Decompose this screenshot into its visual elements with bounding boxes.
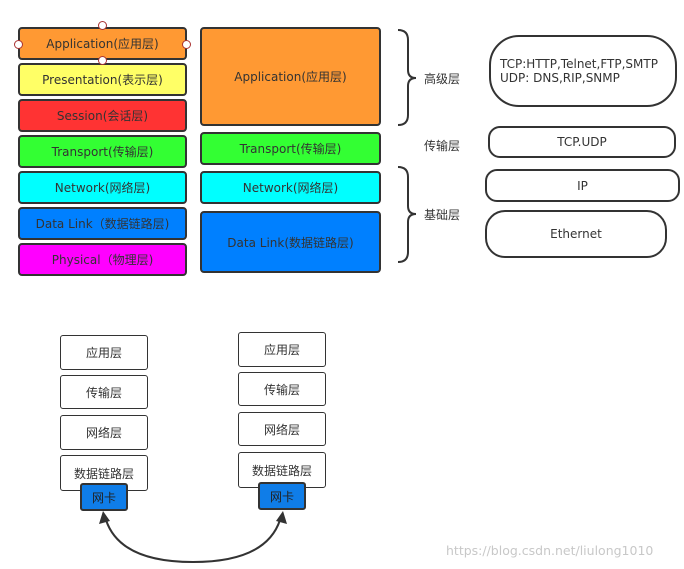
protocol-app-line2: UDP: DNS,RIP,SNMP	[500, 71, 620, 85]
host-a-application: 应用层	[60, 335, 148, 370]
group-label-transport: 传输层	[424, 139, 461, 153]
protocol-box-network: IP	[485, 169, 680, 202]
nic-connection-arrow	[105, 519, 281, 564]
group-label-high: 高级层	[424, 72, 461, 86]
protocol-app-line1: TCP:HTTP,Telnet,FTP,SMTP	[500, 57, 658, 71]
protocol-box-link: Ethernet	[485, 210, 667, 258]
brace-base-layer	[397, 166, 417, 263]
host-a-transport: 传输层	[60, 375, 148, 409]
protocol-box-transport: TCP.UDP	[488, 126, 676, 158]
host-b-application: 应用层	[238, 332, 326, 367]
protocol-box-application: TCP:HTTP,Telnet,FTP,SMTP UDP: DNS,RIP,SN…	[489, 35, 677, 107]
host-b-network: 网络层	[238, 412, 326, 446]
watermark: https://blog.csdn.net/liulong1010	[446, 543, 654, 558]
arrowhead-left	[99, 511, 110, 524]
arrowhead-right	[276, 511, 287, 524]
network-layers-diagram: Application(应用层) Presentation(表示层) Sessi…	[0, 0, 684, 569]
group-label-base: 基础层	[424, 208, 461, 222]
host-b-transport: 传输层	[238, 372, 326, 406]
host-a-network: 网络层	[60, 415, 148, 450]
host-b-nic: 网卡	[258, 482, 306, 510]
brace-high-layer	[397, 29, 417, 126]
host-a-nic: 网卡	[80, 483, 128, 511]
